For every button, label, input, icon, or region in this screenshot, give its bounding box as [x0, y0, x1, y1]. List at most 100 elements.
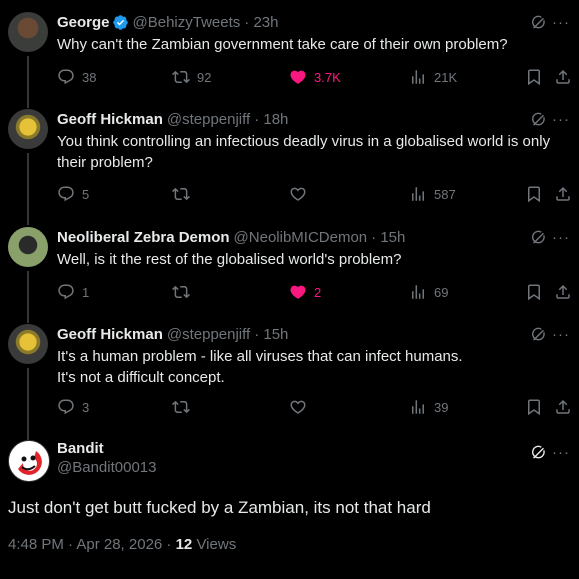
views-button[interactable]: 69	[409, 282, 448, 302]
timestamp[interactable]: · 15h	[371, 229, 405, 246]
share-button[interactable]	[554, 282, 572, 302]
repost-button[interactable]	[172, 397, 197, 417]
action-bar: 5 587	[57, 184, 577, 204]
views-count: 39	[434, 399, 449, 415]
repost-button[interactable]: 92	[172, 67, 211, 87]
repost-icon	[172, 283, 190, 301]
avatar[interactable]	[8, 227, 48, 267]
grok-icon[interactable]	[530, 111, 547, 128]
bookmark-icon	[525, 185, 543, 203]
reply-count: 5	[82, 186, 90, 202]
views-button[interactable]: 21K	[409, 67, 457, 87]
display-name[interactable]: Bandit	[57, 440, 156, 457]
views-count: 587	[434, 186, 456, 202]
more-icon[interactable]: ···	[551, 324, 571, 344]
reply-button[interactable]: 1	[57, 282, 89, 302]
display-name[interactable]: George	[57, 14, 110, 31]
like-count: 2	[314, 284, 322, 300]
repost-button[interactable]	[172, 282, 197, 302]
repost-icon	[172, 185, 190, 203]
bookmark-button[interactable]	[525, 282, 543, 302]
timestamp[interactable]: · 18h	[254, 111, 288, 128]
views-icon	[409, 398, 427, 416]
views-count: 21K	[434, 69, 458, 85]
like-button[interactable]: 2	[289, 282, 321, 302]
reply-button[interactable]: 3	[57, 397, 89, 417]
reply-tweet[interactable]: Geoff Hickman @steppenjiff · 15h ··· It'…	[0, 324, 579, 440]
like-count: 3.7K	[314, 69, 341, 85]
share-button[interactable]	[554, 67, 572, 87]
verified-badge-icon	[112, 14, 128, 30]
handle[interactable]: @Bandit00013	[57, 459, 156, 476]
views-icon	[409, 68, 427, 86]
bookmark-button[interactable]	[525, 67, 543, 87]
share-button[interactable]	[554, 397, 572, 417]
grok-icon[interactable]	[530, 444, 547, 461]
bookmark-button[interactable]	[525, 184, 543, 204]
tweet-text: It's a human problem - like all viruses …	[57, 346, 572, 388]
repost-icon	[172, 68, 190, 86]
display-name[interactable]: Geoff Hickman	[57, 111, 163, 128]
display-name[interactable]: Geoff Hickman	[57, 326, 163, 343]
bookmark-button[interactable]	[525, 397, 543, 417]
like-icon	[289, 398, 307, 416]
handle[interactable]: @BehizyTweets	[133, 14, 241, 31]
avatar-graphic	[9, 441, 49, 481]
tweet-text: Why can't the Zambian government take ca…	[57, 36, 508, 53]
handle[interactable]: @steppenjiff	[167, 111, 250, 128]
reply-icon	[57, 283, 75, 301]
handle[interactable]: @NeolibMICDemon	[234, 229, 368, 246]
tweet-text-line: It's a human problem - like all viruses …	[57, 348, 463, 365]
like-button[interactable]	[289, 397, 314, 417]
repost-count: 92	[197, 69, 212, 85]
views-count: 12	[175, 536, 193, 553]
action-bar: 3 39	[57, 397, 577, 417]
reply-button[interactable]: 5	[57, 184, 89, 204]
reply-tweet[interactable]: Neoliberal Zebra Demon @NeolibMICDemon ·…	[0, 227, 579, 323]
reply-tweet[interactable]: George @BehizyTweets · 23h ··· Why can't…	[0, 12, 579, 108]
tweet-text-line: It's not a difficult concept.	[57, 369, 225, 386]
grok-icon[interactable]	[530, 229, 547, 246]
repost-button[interactable]	[172, 184, 197, 204]
reply-count: 38	[82, 69, 97, 85]
avatar[interactable]	[8, 109, 48, 149]
timestamp[interactable]: 4:48 PM · Apr 28, 2026 ·	[8, 536, 176, 553]
views-count: 69	[434, 284, 449, 300]
more-icon[interactable]: ···	[551, 109, 571, 129]
share-button[interactable]	[554, 184, 572, 204]
views-icon	[409, 283, 427, 301]
reply-button[interactable]: 38	[57, 67, 96, 87]
action-bar: 38 92 3.7K 21K	[57, 67, 577, 87]
tweet-text: You think controlling an infectious dead…	[57, 133, 551, 171]
timestamp[interactable]: · 15h	[254, 326, 288, 343]
reply-tweet[interactable]: Geoff Hickman @steppenjiff · 18h ··· You…	[0, 109, 579, 225]
like-icon	[289, 68, 307, 86]
grok-icon[interactable]	[530, 326, 547, 343]
like-button[interactable]: 3.7K	[289, 67, 341, 87]
more-icon[interactable]: ···	[551, 12, 571, 32]
more-icon[interactable]: ···	[551, 227, 571, 247]
action-bar: 1 2 69	[57, 282, 577, 302]
like-button[interactable]	[289, 184, 314, 204]
avatar[interactable]	[8, 324, 48, 364]
repost-icon	[172, 398, 190, 416]
reply-icon	[57, 185, 75, 203]
thread-line	[27, 153, 29, 225]
display-name[interactable]: Neoliberal Zebra Demon	[57, 229, 230, 246]
tweet-header: Geoff Hickman @steppenjiff · 15h	[57, 324, 288, 344]
timestamp[interactable]: · 23h	[244, 14, 278, 31]
reply-icon	[57, 68, 75, 86]
more-icon[interactable]: ···	[551, 442, 571, 462]
handle[interactable]: @steppenjiff	[167, 326, 250, 343]
thread-line	[27, 271, 29, 323]
like-icon	[289, 283, 307, 301]
views-button[interactable]: 39	[409, 397, 448, 417]
tweet-meta: 4:48 PM · Apr 28, 2026 · 12 Views	[8, 536, 236, 553]
avatar[interactable]	[8, 440, 50, 482]
grok-icon[interactable]	[530, 14, 547, 31]
bookmark-icon	[525, 398, 543, 416]
views-button[interactable]: 587	[409, 184, 456, 204]
avatar[interactable]	[8, 12, 48, 52]
like-icon	[289, 185, 307, 203]
thread-line	[27, 56, 29, 108]
